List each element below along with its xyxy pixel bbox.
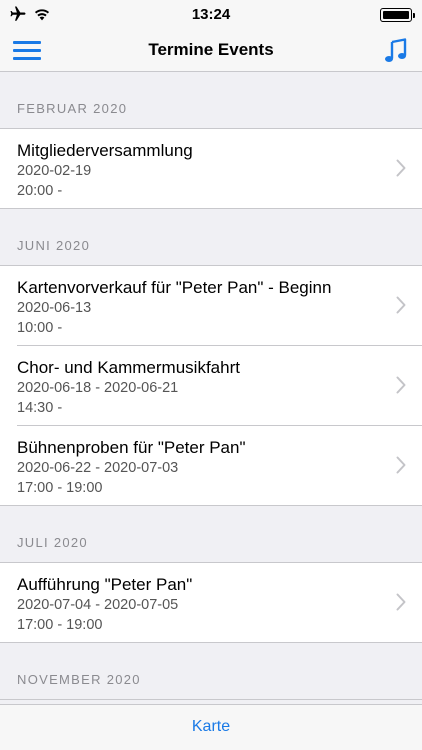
- music-note-icon: [385, 38, 407, 62]
- chevron-right-icon: [396, 456, 406, 474]
- event-time: 17:00 - 19:00: [17, 617, 103, 633]
- section-header: NOVEMBER 2020: [0, 643, 422, 700]
- event-date: 2020-06-18 - 2020-06-21: [17, 380, 179, 396]
- chevron-right-icon: [396, 593, 406, 611]
- chevron-right-icon: [396, 159, 406, 177]
- event-time: 20:00 -: [17, 183, 63, 199]
- navigation-bar: Termine Events: [0, 30, 422, 72]
- event-title: Mitgliederversammlung: [17, 141, 193, 160]
- event-title: Bühnenproben für "Peter Pan": [17, 438, 246, 457]
- event-time: 17:00 - 19:00: [17, 480, 103, 496]
- event-date: 2020-07-04 - 2020-07-05: [17, 597, 179, 613]
- status-time: 13:24: [191, 6, 231, 23]
- list-item[interactable]: Mitgliederversammlung 2020-02-19 20:00 -: [0, 129, 422, 209]
- page-title: Termine Events: [148, 40, 274, 59]
- section-header: JULI 2020: [0, 506, 422, 563]
- event-time: 10:00 -: [17, 320, 63, 336]
- music-button[interactable]: [384, 38, 408, 64]
- bottom-toolbar: Karte: [0, 704, 422, 750]
- chevron-right-icon: [396, 296, 406, 314]
- map-button[interactable]: Karte: [0, 718, 422, 736]
- list-item[interactable]: Bühnenproben für "Peter Pan" 2020-06-22 …: [0, 426, 422, 506]
- section-header: FEBRUAR 2020: [0, 72, 422, 129]
- status-bar: 13:24: [0, 0, 422, 30]
- list-item[interactable]: Chor- und Kammermusikfahrt 2020-06-18 - …: [0, 346, 422, 426]
- chevron-right-icon: [396, 376, 406, 394]
- event-date: 2020-06-13: [17, 300, 92, 316]
- event-date: 2020-06-22 - 2020-07-03: [17, 460, 179, 476]
- list-item[interactable]: Aufführung "Peter Pan" 2020-07-04 - 2020…: [0, 563, 422, 643]
- battery-icon: [380, 8, 415, 22]
- event-title: Aufführung "Peter Pan": [17, 575, 193, 594]
- event-time: 14:30 -: [17, 400, 63, 416]
- list-item[interactable]: Kartenvorverkauf für "Peter Pan" - Begin…: [0, 266, 422, 346]
- event-title: Kartenvorverkauf für "Peter Pan" - Begin…: [17, 278, 332, 297]
- event-title: Chor- und Kammermusikfahrt: [17, 358, 240, 377]
- event-date: 2020-02-19: [17, 163, 92, 179]
- events-list[interactable]: FEBRUAR 2020 Mitgliederversammlung 2020-…: [0, 72, 422, 704]
- section-header: JUNI 2020: [0, 209, 422, 266]
